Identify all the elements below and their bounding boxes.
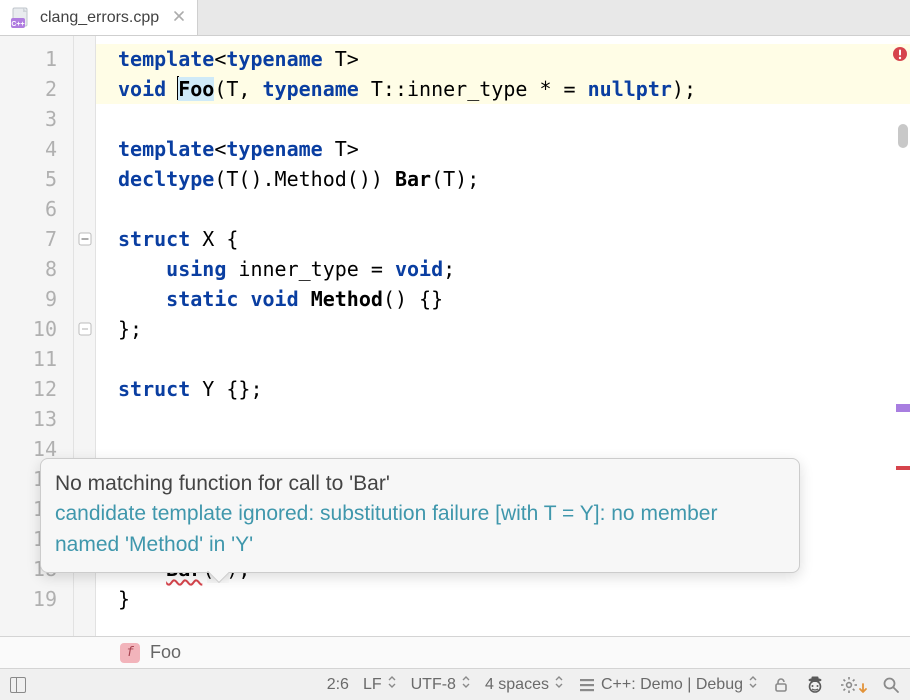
breadcrumb-bar: f Foo bbox=[0, 636, 910, 668]
cpp-file-icon: C++ bbox=[10, 7, 32, 29]
code-line[interactable] bbox=[96, 404, 910, 434]
settings-icon[interactable] bbox=[840, 675, 868, 695]
caret-position[interactable]: 2:6 bbox=[327, 676, 349, 694]
code-line[interactable]: template<typename T> bbox=[96, 44, 910, 74]
run-context[interactable]: C++: Demo | Debug bbox=[578, 675, 758, 694]
code-line[interactable] bbox=[96, 344, 910, 374]
fold-end-icon[interactable] bbox=[77, 314, 93, 344]
chevron-updown-icon bbox=[554, 675, 564, 694]
error-stripe-marker[interactable] bbox=[896, 466, 910, 470]
function-badge-icon: f bbox=[120, 643, 140, 663]
context-menu-icon bbox=[578, 676, 596, 694]
lock-icon[interactable] bbox=[772, 676, 790, 694]
code-line[interactable]: decltype(T().Method()) Bar(T); bbox=[96, 164, 910, 194]
code-line[interactable]: } bbox=[96, 584, 910, 614]
code-line[interactable]: struct X { bbox=[96, 224, 910, 254]
chevron-updown-icon bbox=[748, 675, 758, 694]
error-tooltip: No matching function for call to 'Bar' c… bbox=[40, 458, 800, 573]
code-line[interactable]: static void Method() {} bbox=[96, 284, 910, 314]
scrollbar-thumb[interactable] bbox=[898, 124, 908, 148]
tab-bar: C++ clang_errors.cpp bbox=[0, 0, 910, 36]
file-tab[interactable]: C++ clang_errors.cpp bbox=[0, 0, 198, 35]
tool-window-toggle-icon[interactable] bbox=[10, 677, 26, 693]
chevron-updown-icon bbox=[387, 675, 397, 694]
tooltip-title: No matching function for call to 'Bar' bbox=[55, 469, 785, 499]
inspector-icon[interactable] bbox=[804, 674, 826, 696]
indent[interactable]: 4 spaces bbox=[485, 675, 564, 694]
breadcrumb-name[interactable]: Foo bbox=[150, 642, 181, 663]
code-line[interactable] bbox=[96, 194, 910, 224]
svg-text:C++: C++ bbox=[11, 21, 24, 28]
editor[interactable]: 12345678910111213141516171819 template<t… bbox=[0, 36, 910, 636]
code-line[interactable] bbox=[96, 104, 910, 134]
line-separator[interactable]: LF bbox=[363, 675, 397, 694]
close-icon[interactable] bbox=[173, 9, 185, 27]
code-line[interactable]: void Foo(T, typename T::inner_type * = n… bbox=[96, 74, 910, 104]
code-line[interactable]: }; bbox=[96, 314, 910, 344]
encoding[interactable]: UTF-8 bbox=[411, 675, 471, 694]
code-line[interactable]: struct Y {}; bbox=[96, 374, 910, 404]
tab-filename: clang_errors.cpp bbox=[40, 9, 159, 27]
fold-toggle-icon[interactable] bbox=[77, 224, 93, 254]
error-indicator-icon bbox=[892, 46, 908, 65]
download-arrow-icon bbox=[858, 683, 868, 695]
status-bar: 2:6 LF UTF-8 4 spaces C++: Demo | Debug bbox=[0, 668, 910, 700]
tooltip-detail: candidate template ignored: substitution… bbox=[55, 499, 785, 560]
chevron-updown-icon bbox=[461, 675, 471, 694]
search-icon[interactable] bbox=[882, 676, 900, 694]
error-stripe-marker[interactable] bbox=[896, 408, 910, 412]
code-line[interactable]: template<typename T> bbox=[96, 134, 910, 164]
code-line[interactable]: using inner_type = void; bbox=[96, 254, 910, 284]
error-stripe bbox=[892, 36, 910, 636]
